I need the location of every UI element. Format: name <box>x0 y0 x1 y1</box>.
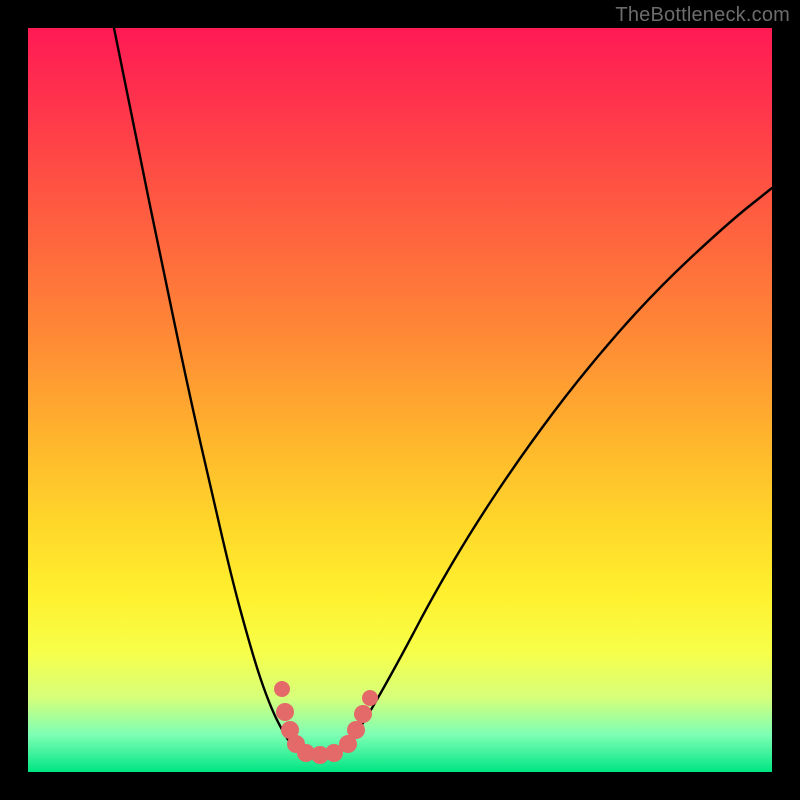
marker-point <box>354 705 372 723</box>
curve-group <box>114 28 772 755</box>
watermark-text: TheBottleneck.com <box>615 4 790 27</box>
series-left-branch <box>114 28 300 752</box>
plot-area <box>28 28 772 772</box>
marker-point <box>362 690 378 706</box>
outer-frame: TheBottleneck.com <box>0 0 800 800</box>
chart-svg <box>28 28 772 772</box>
series-right-branch <box>340 188 772 752</box>
marker-point <box>276 703 294 721</box>
marker-point <box>347 721 365 739</box>
marker-group <box>274 681 378 764</box>
marker-point <box>274 681 290 697</box>
